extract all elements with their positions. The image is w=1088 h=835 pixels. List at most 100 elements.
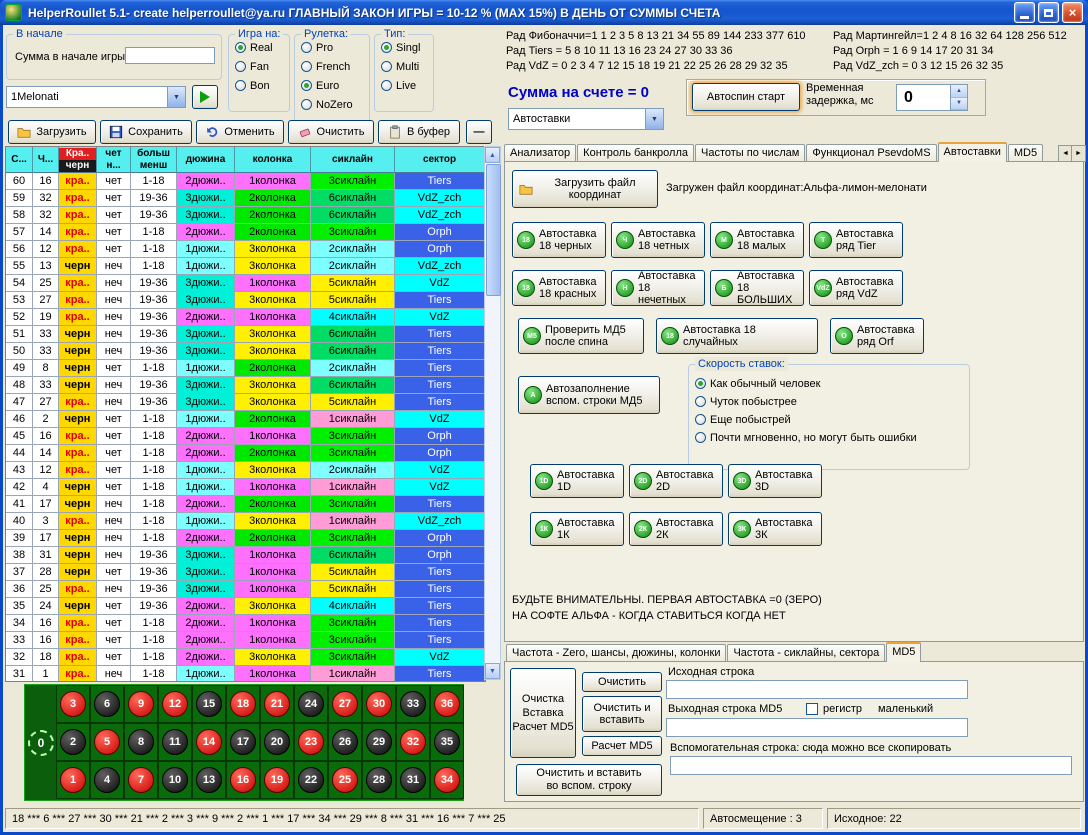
md5-clear-button[interactable]: Очистить xyxy=(582,672,662,692)
table-row[interactable]: 5425кра..неч19-363дюжи..1колонка5сиклайн… xyxy=(6,275,485,292)
autobet-button[interactable]: ТАвтоставка ряд Tier xyxy=(809,222,903,258)
register-checkbox[interactable] xyxy=(806,703,818,715)
board-cell[interactable]: 19 xyxy=(260,761,294,799)
autobets-combobox[interactable]: Автоставки ▼ xyxy=(508,108,664,130)
md5-clear-paste-calc-button[interactable]: Очистка Вставка Расчет MD5 xyxy=(510,668,576,758)
autobet-button[interactable]: 18Автоставка 18 красных xyxy=(512,270,606,306)
minimize-button[interactable] xyxy=(1014,2,1035,23)
autobet-button[interactable]: 3КАвтоставка 3К xyxy=(728,512,822,546)
table-row[interactable]: 5612кра..чет1-181дюжи..3колонка2сиклайнO… xyxy=(6,241,485,258)
load-coords-button[interactable]: Загрузить файл координат xyxy=(512,170,658,208)
board-cell[interactable]: 24 xyxy=(294,685,328,723)
md5-clear-and-paste-button[interactable]: Очистить и вставить xyxy=(582,696,662,732)
autobet-button[interactable]: 3DАвтоставка 3D xyxy=(728,464,822,498)
speed-radio-option[interactable]: Почти мгновенно, но могут быть ошибки xyxy=(695,431,969,444)
board-cell[interactable]: 15 xyxy=(192,685,226,723)
copy-to-buffer-button[interactable]: В буфер xyxy=(378,120,460,144)
board-cell[interactable]: 23 xyxy=(294,723,328,761)
autobet-button[interactable]: 18Автоставка 18 случайных xyxy=(656,318,818,354)
board-cell[interactable]: 30 xyxy=(362,685,396,723)
table-row[interactable]: 498чернчет1-181дюжи..2колонка2сиклайнTie… xyxy=(6,360,485,377)
autobet-button[interactable]: 1DАвтоставка 1D xyxy=(530,464,624,498)
board-cell[interactable]: 28 xyxy=(362,761,396,799)
table-row[interactable]: 3831черннеч19-363дюжи..1колонка6сиклайнO… xyxy=(6,547,485,564)
autobet-button[interactable]: М5Проверить МД5 после спина xyxy=(518,318,644,354)
start-sum-input[interactable] xyxy=(125,47,215,64)
autofill-md5-button[interactable]: А Автозаполнение вспом. строки МД5 xyxy=(518,376,660,414)
save-button[interactable]: Сохранить xyxy=(100,120,192,144)
md5-calc-button[interactable]: Расчет MD5 xyxy=(582,736,662,756)
table-row[interactable]: 3316кра..чет1-182дюжи..1колонка3сиклайнT… xyxy=(6,632,485,649)
table-row[interactable]: 4414кра..чет1-182дюжи..2колонка3сиклайнO… xyxy=(6,445,485,462)
table-row[interactable]: 311кра..неч1-181дюжи..1колонка1сиклайнTi… xyxy=(6,666,485,682)
board-cell[interactable]: 12 xyxy=(158,685,192,723)
radio-option[interactable]: NoZero xyxy=(301,98,369,111)
autobet-button[interactable]: МАвтоставка 18 малых xyxy=(710,222,804,258)
board-cell[interactable]: 36 xyxy=(430,685,464,723)
autobet-button[interactable]: НАвтоставка 18 нечетных xyxy=(611,270,705,306)
radio-option[interactable]: Pro xyxy=(301,41,369,54)
tab-5[interactable]: MD5 xyxy=(1008,144,1043,162)
undo-button[interactable]: Отменить xyxy=(196,120,284,144)
table-row[interactable]: 3728чернчет19-363дюжи..1колонка5сиклайнT… xyxy=(6,564,485,581)
speed-radio-option[interactable]: Чуток побыстрее xyxy=(695,395,969,408)
board-cell[interactable]: 8 xyxy=(124,723,158,761)
board-cell[interactable]: 22 xyxy=(294,761,328,799)
autobet-button[interactable]: 2DАвтоставка 2D xyxy=(629,464,723,498)
autobet-button[interactable]: VdZАвтоставка ряд VdZ xyxy=(809,270,903,306)
speed-radio-option[interactable]: Еще побыстрей xyxy=(695,413,969,426)
table-row[interactable]: 424чернчет1-181дюжи..1колонка1сиклайнVdZ xyxy=(6,479,485,496)
clear-button[interactable]: Очистить xyxy=(288,120,374,144)
board-cell[interactable]: 3 xyxy=(56,685,90,723)
table-row[interactable]: 3218кра..чет1-182дюжи..3колонка3сиклайнV… xyxy=(6,649,485,666)
md5-source-input[interactable] xyxy=(666,680,968,699)
board-cell[interactable]: 34 xyxy=(430,761,464,799)
radio-option[interactable]: French xyxy=(301,60,369,73)
table-row[interactable]: 5133черннеч19-363дюжи..3колонка6сиклайнT… xyxy=(6,326,485,343)
combo-arrow-icon[interactable]: ▼ xyxy=(645,109,663,129)
speed-radio-option[interactable]: Как обычный человек xyxy=(695,377,969,390)
board-cell[interactable]: 17 xyxy=(226,723,260,761)
table-row[interactable]: 3625кра..неч19-363дюжи..1колонка5сиклайн… xyxy=(6,581,485,598)
table-row[interactable]: 4117черннеч1-182дюжи..2колонка3сиклайнTi… xyxy=(6,496,485,513)
combo-arrow-icon[interactable]: ▼ xyxy=(167,87,185,107)
md5-output-input[interactable] xyxy=(666,718,968,737)
board-cell[interactable]: 25 xyxy=(328,761,362,799)
board-cell[interactable]: 20 xyxy=(260,723,294,761)
autobet-button[interactable]: ЧАвтоставка 18 четных xyxy=(611,222,705,258)
board-cell[interactable]: 33 xyxy=(396,685,430,723)
board-cell[interactable]: 1 xyxy=(56,761,90,799)
md5-helper-input[interactable] xyxy=(670,756,1072,775)
board-zero-cell[interactable]: 0 xyxy=(28,730,54,756)
board-cell[interactable]: 10 xyxy=(158,761,192,799)
table-row[interactable]: 5033черннеч19-363дюжи..3колонка6сиклайнT… xyxy=(6,343,485,360)
board-cell[interactable]: 7 xyxy=(124,761,158,799)
profile-combobox[interactable]: 1Melonati ▼ xyxy=(6,86,186,108)
board-cell[interactable]: 4 xyxy=(90,761,124,799)
maximize-button[interactable] xyxy=(1038,2,1059,23)
board-cell[interactable]: 32 xyxy=(396,723,430,761)
tab-scroll-right[interactable]: ► xyxy=(1071,145,1086,162)
radio-option[interactable]: Live xyxy=(381,79,433,92)
tab-3[interactable]: Функционал PsevdoMS xyxy=(806,144,936,162)
board-cell[interactable]: 11 xyxy=(158,723,192,761)
table-row[interactable]: 6016кра..чет1-182дюжи..1колонка3сиклайнT… xyxy=(6,173,485,190)
autobet-button[interactable]: БАвтоставка 18 БОЛЬШИХ xyxy=(710,270,804,306)
board-cell[interactable]: 5 xyxy=(90,723,124,761)
spinner-up-icon[interactable]: ▲ xyxy=(951,85,967,98)
radio-option[interactable]: Euro xyxy=(301,79,369,92)
autobet-button[interactable]: ОАвтоставка ряд Orf xyxy=(830,318,924,354)
board-cell[interactable]: 21 xyxy=(260,685,294,723)
board-cell[interactable]: 29 xyxy=(362,723,396,761)
board-cell[interactable]: 9 xyxy=(124,685,158,723)
board-cell[interactable]: 13 xyxy=(192,761,226,799)
board-cell[interactable]: 2 xyxy=(56,723,90,761)
table-row[interactable]: 3524чернчет19-362дюжи..3колонка4сиклайнT… xyxy=(6,598,485,615)
table-row[interactable]: 5219кра..неч19-362дюжи..1колонка4сиклайн… xyxy=(6,309,485,326)
table-row[interactable]: 4312кра..чет1-181дюжи..3колонка2сиклайнV… xyxy=(6,462,485,479)
table-row[interactable]: 5513черннеч1-181дюжи..3колонка2сиклайнVd… xyxy=(6,258,485,275)
table-row[interactable]: 3416кра..чет1-182дюжи..1колонка3сиклайнT… xyxy=(6,615,485,632)
board-cell[interactable]: 35 xyxy=(430,723,464,761)
radio-option[interactable]: Singl xyxy=(381,41,433,54)
tab-1[interactable]: Контроль банкролла xyxy=(577,144,694,162)
